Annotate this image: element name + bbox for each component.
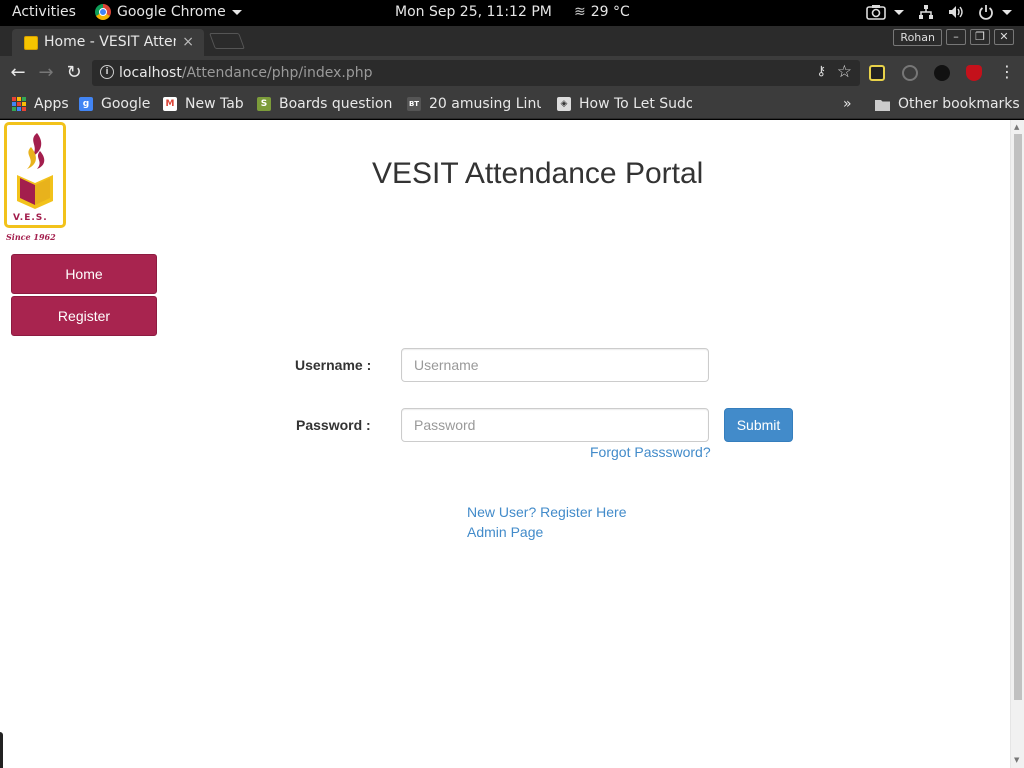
submit-button[interactable]: Submit [724, 408, 793, 442]
bt-icon: BT [407, 97, 421, 111]
logo-text: V.E.S. [13, 213, 48, 223]
apps-grid-icon [12, 97, 26, 111]
menu-icon[interactable]: ⋮ [996, 62, 1018, 81]
app-menu[interactable]: Google Chrome [95, 4, 242, 20]
reload-button[interactable]: ↻ [63, 62, 85, 83]
bookmark-linux[interactable]: BT 20 amusing Linux [407, 96, 541, 112]
system-top-bar: Activities Google Chrome Mon Sep 25, 11:… [0, 0, 1024, 26]
vertical-scrollbar[interactable]: ▲ ▼ [1010, 120, 1024, 768]
minimize-button[interactable]: – [946, 29, 966, 45]
google-icon: g [79, 97, 93, 111]
corner-mark [0, 732, 3, 768]
password-label: Password : [296, 417, 371, 433]
boards-icon: S [257, 97, 271, 111]
favicon-icon [24, 36, 38, 50]
nav-home-button[interactable]: Home [11, 254, 157, 294]
forgot-password-link[interactable]: Forgot Passsword? [590, 444, 711, 460]
system-tray[interactable] [866, 4, 1012, 20]
back-button[interactable]: ← [7, 62, 29, 83]
nav-register-button[interactable]: Register [11, 296, 157, 336]
chevron-down-icon[interactable] [894, 9, 904, 15]
bookmark-boards-question[interactable]: S Boards question p [257, 96, 394, 112]
scrollbar-thumb[interactable] [1014, 134, 1022, 700]
network-icon[interactable] [918, 4, 934, 20]
folder-icon [875, 99, 890, 111]
ublock-extension-icon[interactable] [966, 65, 982, 81]
register-link[interactable]: New User? Register Here [467, 504, 627, 520]
flame-book-icon [17, 133, 53, 209]
info-icon[interactable]: i [100, 65, 114, 79]
other-bookmarks[interactable]: Other bookmarks [875, 96, 1020, 112]
page-viewport: V.E.S. Since 1962 Home Register VESIT At… [0, 120, 1024, 768]
more-bookmarks-button[interactable]: » [843, 96, 852, 112]
scroll-down-icon[interactable]: ▼ [1014, 756, 1019, 764]
tab-strip: Home - VESIT Atten × Rohan – ❐ ✕ [0, 26, 1024, 56]
browser-toolbar: ← → ↻ i localhost/Attendance/php/index.p… [0, 56, 1024, 90]
tab-title: Home - VESIT Atten [44, 34, 176, 50]
chrome-icon [95, 4, 111, 20]
close-icon[interactable]: × [182, 34, 194, 50]
gmail-icon: M [163, 97, 177, 111]
bookmark-google[interactable]: g Google [79, 96, 150, 112]
tab-active[interactable]: Home - VESIT Atten × [12, 29, 204, 56]
chevron-down-icon [231, 9, 242, 15]
bookmark-new-tab[interactable]: M New Tab [163, 96, 244, 112]
maximize-button[interactable]: ❐ [970, 29, 990, 45]
new-tab-button[interactable] [209, 33, 245, 49]
admin-page-link[interactable]: Admin Page [467, 524, 543, 540]
logo-since: Since 1962 [6, 232, 56, 242]
weather-indicator[interactable]: ≋ 29 °C [574, 4, 630, 20]
haze-icon: ≋ [574, 4, 586, 20]
activities-button[interactable]: Activities [12, 4, 76, 20]
extension-icon[interactable] [869, 65, 885, 81]
temperature: 29 °C [590, 4, 630, 20]
chevron-down-icon[interactable] [1002, 9, 1012, 15]
close-window-button[interactable]: ✕ [994, 29, 1014, 45]
password-input[interactable] [401, 408, 709, 442]
profile-button[interactable]: Rohan [893, 29, 942, 46]
bookmark-sudo[interactable]: ◈ How To Let Sudo [557, 96, 692, 112]
ves-logo: V.E.S. Since 1962 [4, 122, 67, 242]
bookmark-star-icon[interactable]: ☆ [837, 62, 852, 82]
bookmark-apps[interactable]: Apps [12, 96, 69, 112]
volume-icon[interactable] [948, 4, 964, 20]
url-text[interactable]: localhost/Attendance/php/index.php [119, 65, 372, 81]
key-icon[interactable]: ⚷ [816, 64, 826, 79]
address-bar[interactable]: i localhost/Attendance/php/index.php ⚷ ☆ [92, 60, 860, 86]
page-title: VESIT Attendance Portal [372, 157, 704, 190]
sync-extension-icon[interactable] [902, 65, 918, 81]
scroll-up-icon[interactable]: ▲ [1014, 123, 1019, 131]
power-icon[interactable] [978, 4, 994, 20]
clock[interactable]: Mon Sep 25, 11:12 PM [395, 4, 552, 20]
bookmarks-bar: Apps g Google M New Tab S Boards questio… [0, 90, 1024, 119]
howto-icon: ◈ [557, 97, 571, 111]
forward-button[interactable]: → [35, 62, 57, 83]
app-name: Google Chrome [117, 4, 226, 20]
username-input[interactable] [401, 348, 709, 382]
camera-icon[interactable] [866, 4, 886, 20]
username-label: Username : [295, 357, 372, 373]
github-extension-icon[interactable] [934, 65, 950, 81]
